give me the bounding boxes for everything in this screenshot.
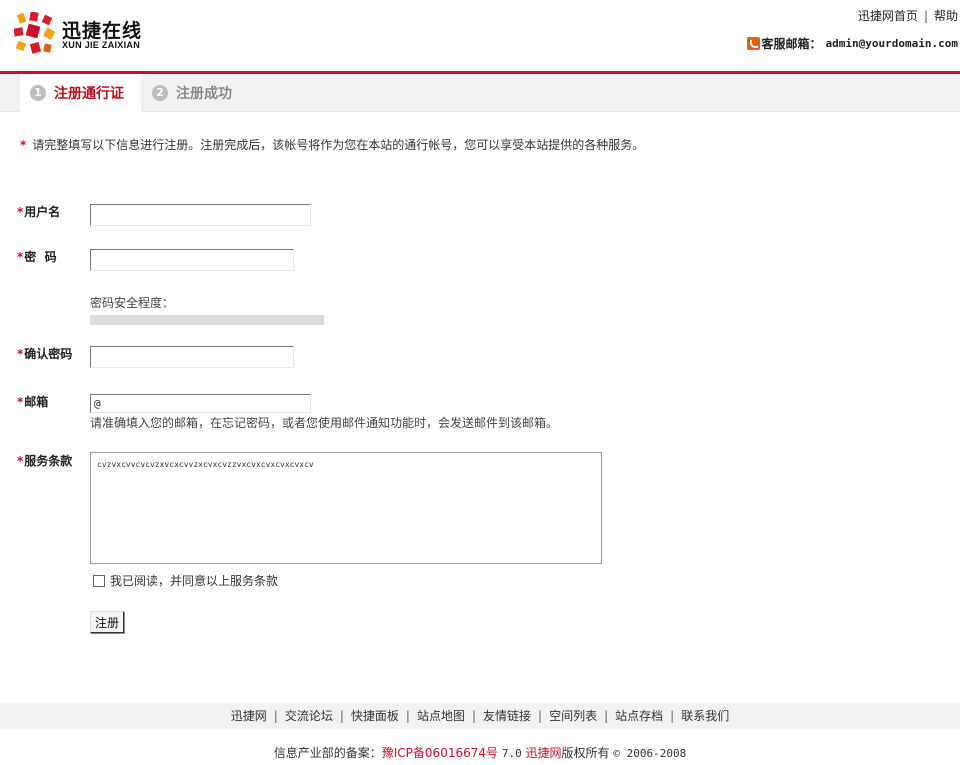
site-header: 迅捷在线 XUN JIE ZAIXIAN 迅捷网首页 | 帮助 客服邮箱： admi… [0,0,960,72]
home-link[interactable]: 迅捷网首页 [858,9,918,23]
service-contact: 客服邮箱： admin@yourdomain.com [746,35,958,52]
step-bar: 1 注册通行证 2 注册成功 [0,74,960,112]
step-success: 2 注册成功 [152,74,232,112]
footer-link-sitemap[interactable]: 站点地图 [417,709,465,723]
copyright-years: © 2006-2008 [613,747,687,760]
agree-label[interactable]: 我已阅读，并同意以上服务条款 [110,572,278,589]
link-separator: | [604,709,609,723]
logo-text-cn: 迅捷在线 [62,20,143,42]
username-input[interactable] [90,204,311,226]
footer-link-home[interactable]: 迅捷网 [231,709,267,723]
footer-link-spaces[interactable]: 空间列表 [549,709,597,723]
link-separator: | [471,709,477,723]
required-mark: * [17,454,24,468]
intro-text: * 请完整填写以下信息进行注册。注册完成后，该帐号将作为您在本站的通行帐号，您可以… [20,136,644,153]
agree-checkbox[interactable] [93,574,105,587]
link-separator: | [923,9,928,23]
label-text: 用户名 [24,205,61,219]
step-number-icon: 1 [30,85,46,101]
terms-label: *服务条款 [17,452,72,469]
confirm-password-input[interactable] [90,346,294,368]
terms-textarea[interactable]: cvzvxcvvcvcvzxvcxcvvzxcvxcvzzvxcvxcvxcvx… [90,452,602,564]
label-text: 服务条款 [24,454,73,468]
footer-link-contact[interactable]: 联系我们 [681,709,729,723]
logo-icon [14,12,56,54]
link-separator: | [273,709,278,723]
link-separator: | [670,709,675,723]
required-mark: * [20,138,27,152]
brand-link[interactable]: 迅捷网 [526,746,562,760]
icp-prefix: 信息产业部的备案： [273,746,382,760]
password-input[interactable] [90,249,294,271]
link-separator: | [339,709,344,723]
site-logo[interactable]: 迅捷在线 XUN JIE ZAIXIAN [14,10,154,62]
service-email[interactable]: admin@yourdomain.com [826,37,958,50]
email-label: *邮箱 [17,393,48,410]
service-label: 客服邮箱： [761,37,822,51]
step-label: 注册通行证 [54,86,124,102]
footer-link-friends[interactable]: 友情链接 [483,709,531,723]
required-mark: * [17,347,24,361]
password-label: *密 码 [17,248,57,265]
step-register: 1 注册通行证 [20,74,141,112]
register-button[interactable]: 注册 [90,611,125,633]
required-mark: * [17,205,24,219]
rights-text: 版权所有 [561,746,610,760]
email-hint: 请准确填入您的邮箱，在忘记密码，或者您使用邮件通知功能时，会发送邮件到该邮箱。 [90,416,559,430]
email-input[interactable] [90,394,311,413]
phone-icon [746,37,760,50]
version: 7.0 [501,747,522,760]
label-text: 确认密码 [24,347,73,361]
confirm-password-label: *确认密码 [17,345,72,362]
link-separator: | [405,709,410,723]
intro-message: 请完整填写以下信息进行注册。注册完成后，该帐号将作为您在本站的通行帐号，您可以享… [32,138,645,152]
footer-link-archive[interactable]: 站点存档 [615,709,663,723]
label-text: 邮箱 [24,395,49,409]
footer-nav: 迅捷网 | 交流论坛 | 快捷面板 | 站点地图 | 友情链接 | 空间列表 | 站点存档 | 联系我们 [0,703,960,729]
icp-number[interactable]: 豫ICP备06016674号 [382,746,498,760]
label-text: 密 码 [24,250,57,264]
step-label: 注册成功 [176,86,232,102]
agree-terms[interactable]: 我已阅读，并同意以上服务条款 [93,572,278,589]
help-link[interactable]: 帮助 [934,9,958,23]
required-mark: * [17,395,24,409]
footer-link-forum[interactable]: 交流论坛 [285,709,333,723]
step-number-icon: 2 [152,85,168,101]
password-strength-label: 密码安全程度： [90,296,175,310]
link-separator: | [538,709,543,723]
logo-text-en: XUN JIE ZAIXIAN [62,40,141,50]
top-links: 迅捷网首页 | 帮助 [858,7,958,24]
username-label: *用户名 [17,203,60,220]
required-mark: * [17,250,24,264]
copyright: 信息产业部的备案：豫ICP备06016674号 7.0 迅捷网版权所有 © 20… [0,744,960,761]
password-strength-bar [90,315,324,325]
footer-link-panel[interactable]: 快捷面板 [351,709,399,723]
